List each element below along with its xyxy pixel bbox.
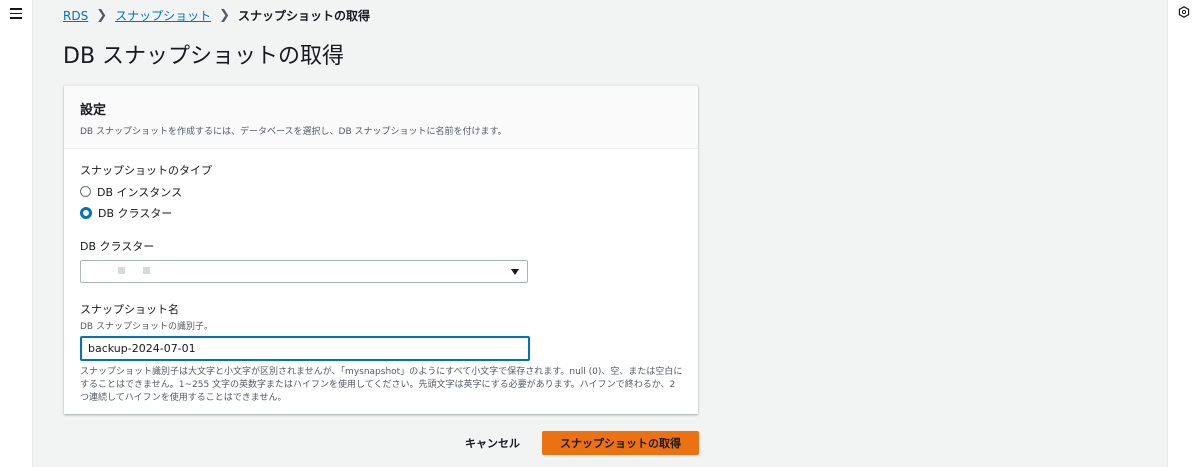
redacted-value <box>143 267 150 274</box>
breadcrumb-rds-link[interactable]: RDS <box>63 9 88 23</box>
left-navigation-rail <box>0 0 33 467</box>
snapshot-type-label: スナップショットのタイプ <box>80 164 212 177</box>
radio-db-cluster[interactable]: DB クラスター <box>80 205 682 220</box>
breadcrumb: RDS ❯ スナップショット ❯ スナップショットの取得 <box>63 7 370 24</box>
chevron-right-icon: ❯ <box>219 8 231 23</box>
radio-db-instance[interactable]: DB インスタンス <box>80 184 682 199</box>
caret-down-icon <box>511 269 519 275</box>
redacted-value <box>118 267 125 274</box>
db-cluster-label: DB クラスター <box>80 240 155 253</box>
radio-db-cluster-control[interactable] <box>80 206 92 219</box>
breadcrumb-current: スナップショットの取得 <box>238 9 371 23</box>
radio-db-cluster-label: DB クラスター <box>98 206 173 220</box>
settings-card-body: スナップショットのタイプ DB インスタンス DB クラスター DB クラスター… <box>64 149 698 405</box>
settings-card: 設定 DB スナップショットを作成するには、データベースを選択し、DB スナップ… <box>64 85 698 414</box>
page-title: DB スナップショットの取得 <box>63 44 345 69</box>
menu-icon[interactable] <box>10 8 22 22</box>
main-content: RDS ❯ スナップショット ❯ スナップショットの取得 DB スナップショット… <box>33 0 1167 467</box>
chevron-right-icon: ❯ <box>96 8 108 23</box>
settings-description: DB スナップショットを作成するには、データベースを選択し、DB スナップショッ… <box>80 127 507 137</box>
radio-db-instance-label: DB インスタンス <box>97 185 183 199</box>
db-cluster-select[interactable] <box>80 260 528 283</box>
cancel-button[interactable]: キャンセル <box>465 435 520 451</box>
right-tools-rail <box>1167 0 1200 467</box>
breadcrumb-snapshots-link[interactable]: スナップショット <box>115 7 211 24</box>
snapshot-name-constraint: スナップショット識別子は大文字と小文字が区別されませんが、「mysnapshot… <box>80 367 683 403</box>
form-actions: キャンセル スナップショットの取得 <box>433 431 699 455</box>
snapshot-name-label: スナップショット名 <box>80 303 179 316</box>
info-icon[interactable] <box>1178 6 1190 18</box>
snapshot-name-input[interactable] <box>80 336 530 361</box>
snapshot-name-description: DB スナップショットの識別子。 <box>80 322 213 332</box>
take-snapshot-button[interactable]: スナップショットの取得 <box>542 431 699 455</box>
settings-card-header: 設定 DB スナップショットを作成するには、データベースを選択し、DB スナップ… <box>64 86 698 149</box>
radio-db-instance-control[interactable] <box>80 186 91 197</box>
settings-title: 設定 <box>80 103 107 118</box>
